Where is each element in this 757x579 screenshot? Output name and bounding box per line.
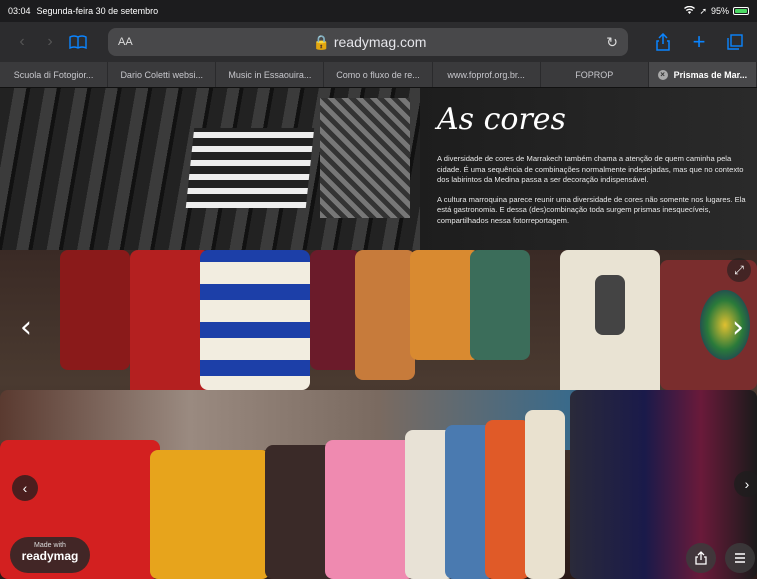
- main-photo: [0, 250, 757, 579]
- pillow-shape: [310, 250, 360, 370]
- pillow-shape: [485, 420, 530, 579]
- pillow-shape: [150, 450, 270, 579]
- previous-slide-chevron-icon[interactable]: ‹: [20, 310, 32, 345]
- banner-title: As cores: [437, 102, 566, 137]
- book-icon[interactable]: [64, 28, 92, 56]
- pillow-shape: [525, 410, 565, 579]
- tab-bar: Scuola di Fotogior... Dario Coletti webs…: [0, 62, 757, 88]
- pillow-shape: [325, 440, 415, 579]
- wifi-icon: [684, 5, 696, 16]
- chevron-left-icon[interactable]: ‹: [8, 28, 36, 56]
- status-date: Segunda-feira 30 de setembro: [36, 6, 159, 16]
- banner-photo: [0, 88, 420, 250]
- badge-brand: readymag: [21, 549, 79, 563]
- tabs-icon[interactable]: [721, 28, 749, 56]
- battery-icon: [733, 7, 749, 15]
- browser-toolbar: ‹ › AA 🔒 readymag.com ↻ +: [0, 22, 757, 62]
- address-bar[interactable]: AA 🔒 readymag.com ↻: [108, 28, 628, 56]
- next-slide-chevron-icon[interactable]: ›: [732, 310, 744, 345]
- tab-5[interactable]: FOPROP: [541, 62, 649, 87]
- pillow-shape: [200, 250, 310, 390]
- plus-icon[interactable]: +: [685, 28, 713, 56]
- reload-icon[interactable]: ↻: [606, 34, 618, 51]
- share-icon[interactable]: [649, 28, 677, 56]
- banner: As cores A diversidade de cores de Marra…: [0, 88, 757, 250]
- banner-paragraph-2: A cultura marroquina parece reunir uma d…: [437, 194, 746, 225]
- status-time: 03:04: [8, 6, 31, 16]
- lock-icon: 🔒: [312, 33, 330, 50]
- banner-text: A diversidade de cores de Marrakech tamb…: [437, 154, 755, 235]
- tab-1[interactable]: Dario Coletti websi...: [108, 62, 217, 87]
- tab-0[interactable]: Scuola di Fotogior...: [0, 62, 109, 87]
- tab-6-active[interactable]: × Prismas de Mar...: [648, 62, 757, 87]
- close-tab-icon[interactable]: ×: [657, 69, 668, 80]
- status-bar: 03:04 Segunda-feira 30 de setembro ➚ 95%: [0, 0, 757, 22]
- banner-paragraph-1: A diversidade de cores de Marrakech tamb…: [437, 154, 744, 184]
- pillow-shape: [595, 275, 625, 335]
- battery-percent: 95%: [710, 6, 729, 16]
- share-icon[interactable]: [686, 543, 716, 573]
- tab-6-label: Prismas de Mar...: [673, 69, 748, 80]
- badge-small-text: Made with: [34, 542, 66, 549]
- pillow-shape: [60, 250, 130, 370]
- chevron-right-icon[interactable]: ›: [36, 28, 64, 56]
- next-page-chevron-icon[interactable]: ›: [734, 471, 757, 497]
- text-size-button[interactable]: AA: [118, 36, 133, 48]
- made-with-readymag-badge[interactable]: Made with readymag: [10, 537, 90, 573]
- tab-4[interactable]: www.foprof.org.br...: [433, 62, 541, 87]
- address-text: 🔒 readymag.com: [133, 34, 607, 51]
- page-content: As cores A diversidade de cores de Marra…: [0, 88, 757, 579]
- location-arrow-icon: ➚: [699, 5, 707, 16]
- textile-shape: [320, 98, 410, 218]
- textile-shape: [185, 128, 315, 208]
- pillow-shape: [355, 250, 415, 380]
- previous-page-chevron-icon[interactable]: ‹: [12, 475, 38, 501]
- pillow-shape: [130, 250, 210, 400]
- address-url: readymag.com: [333, 33, 427, 50]
- tab-2[interactable]: Music in Essaouira...: [216, 62, 325, 87]
- pillow-shape: [470, 250, 530, 360]
- tab-3[interactable]: Como o fluxo de re...: [324, 62, 433, 87]
- menu-icon[interactable]: [725, 543, 755, 573]
- expand-icon[interactable]: ⤢: [727, 258, 751, 282]
